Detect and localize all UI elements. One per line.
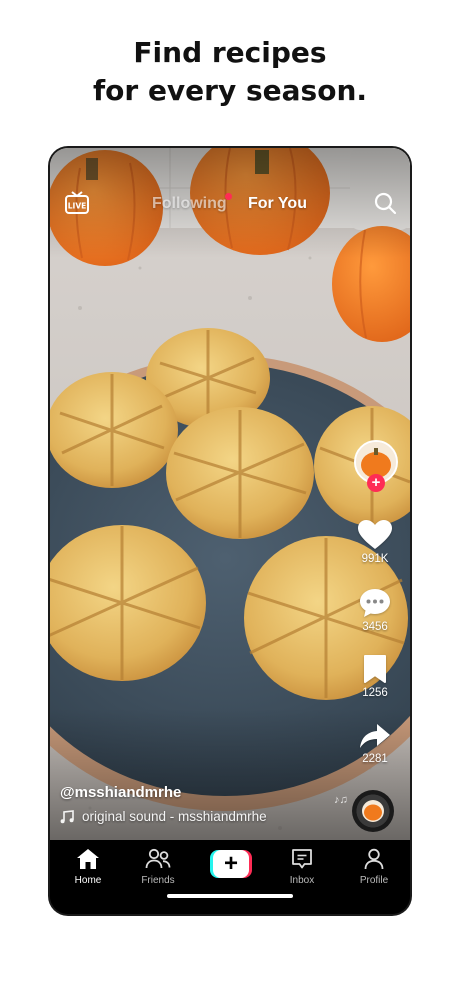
headline-line-2: for every season. <box>92 74 368 107</box>
creator-username[interactable]: @msshiandmrhe <box>60 784 330 801</box>
nav-profile[interactable]: Profile <box>344 848 404 886</box>
nav-inbox-label: Inbox <box>289 875 315 886</box>
like-button[interactable]: 991K <box>340 520 410 565</box>
tab-for-you[interactable]: For You <box>248 195 307 213</box>
plus-icon: + <box>213 850 249 878</box>
like-count: 991K <box>361 553 389 565</box>
share-icon <box>360 724 390 748</box>
bookmark-count: 1256 <box>362 687 388 699</box>
music-note-icon <box>60 809 74 823</box>
share-count: 2281 <box>362 753 388 765</box>
heart-icon <box>358 520 392 549</box>
sound-disc-cover <box>362 800 384 822</box>
inbox-icon <box>292 849 312 869</box>
follow-button[interactable]: + <box>367 474 385 492</box>
phone-screen: LIVE Following For You + 991K 3456 1256 … <box>50 148 410 914</box>
bottom-nav: Home Friends + Inbox Profile <box>50 840 410 914</box>
home-indicator <box>167 894 293 898</box>
bookmark-icon <box>364 655 386 683</box>
svg-text:LIVE: LIVE <box>68 202 87 211</box>
bookmark-button[interactable]: 1256 <box>340 654 410 699</box>
comment-button[interactable]: 3456 <box>340 588 410 633</box>
headline: Find recipes for every season. <box>0 34 460 110</box>
following-notification-dot <box>225 193 232 200</box>
live-icon[interactable]: LIVE <box>64 190 90 216</box>
comment-count: 3456 <box>362 621 388 633</box>
sound-name: original sound - msshiandmrhe <box>82 809 267 824</box>
nav-profile-label: Profile <box>359 875 389 886</box>
creator-avatar-group[interactable]: + <box>354 440 398 492</box>
friends-icon <box>145 848 171 869</box>
action-rail: + 991K 3456 1256 2281 ♪♫ <box>334 148 410 840</box>
share-button[interactable]: 2281 <box>340 722 410 765</box>
headline-line-1: Find recipes <box>133 36 327 69</box>
nav-friends[interactable]: Friends <box>128 848 188 886</box>
sound-disc[interactable] <box>352 790 394 832</box>
nav-friends-label: Friends <box>141 875 175 886</box>
nav-inbox[interactable]: Inbox <box>272 848 332 886</box>
nav-home[interactable]: Home <box>58 848 118 886</box>
tab-following[interactable]: Following <box>152 195 227 213</box>
home-icon <box>77 849 99 869</box>
video-caption: @msshiandmrhe original sound - msshiandm… <box>60 784 330 824</box>
music-note-icon: ♪♫ <box>334 794 348 806</box>
nav-home-label: Home <box>74 875 102 886</box>
comment-icon <box>360 589 390 617</box>
create-button[interactable]: + <box>210 850 252 878</box>
profile-icon <box>364 848 384 870</box>
sound-row[interactable]: original sound - msshiandmrhe <box>60 809 330 824</box>
